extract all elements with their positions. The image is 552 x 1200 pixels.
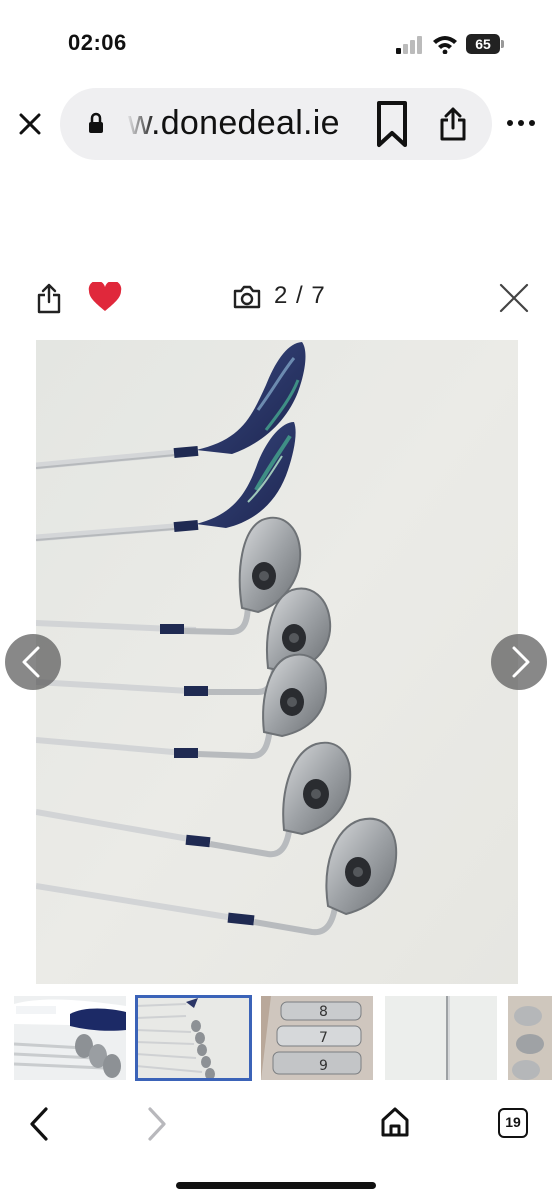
thumbnail-3[interactable]: 8 7 9 (261, 996, 373, 1080)
prev-photo-button[interactable] (5, 634, 61, 690)
thumbnail-1[interactable] (14, 996, 126, 1080)
tabs-count: 19 (505, 1114, 521, 1130)
home-indicator[interactable] (176, 1182, 376, 1189)
thumbnail-2-selected[interactable] (135, 995, 252, 1081)
close-icon[interactable] (498, 282, 530, 314)
tabs-icon[interactable]: 19 (498, 1108, 528, 1138)
thumbnail-5[interactable] (508, 996, 552, 1080)
url-fade (126, 98, 156, 148)
cell-signal-icon (396, 36, 422, 54)
chevron-right-icon (512, 646, 530, 678)
heart-icon[interactable] (88, 282, 122, 312)
share-icon[interactable] (36, 282, 62, 314)
share-icon[interactable] (438, 106, 468, 142)
battery-level: 65 (466, 34, 500, 54)
svg-text:9: 9 (319, 1058, 328, 1074)
main-photo[interactable] (36, 340, 518, 984)
more-icon[interactable] (506, 116, 536, 130)
url-text[interactable]: w.donedeal.ie (128, 104, 340, 143)
bookmark-icon[interactable] (374, 100, 410, 148)
home-icon[interactable] (380, 1106, 410, 1138)
forward-icon[interactable] (146, 1106, 168, 1142)
thumbnail-4[interactable] (385, 996, 497, 1080)
back-icon[interactable] (28, 1106, 50, 1142)
close-icon[interactable] (16, 110, 44, 138)
svg-text:7: 7 (319, 1030, 328, 1046)
next-photo-button[interactable] (491, 634, 547, 690)
lock-icon (89, 112, 103, 133)
wifi-icon (433, 36, 457, 54)
camera-icon (233, 285, 261, 309)
status-time: 02:06 (68, 30, 127, 55)
svg-text:8: 8 (319, 1004, 328, 1020)
photo-counter: 2 / 7 (274, 282, 326, 309)
chevron-left-icon (22, 646, 40, 678)
battery-icon: 65 (466, 34, 506, 54)
